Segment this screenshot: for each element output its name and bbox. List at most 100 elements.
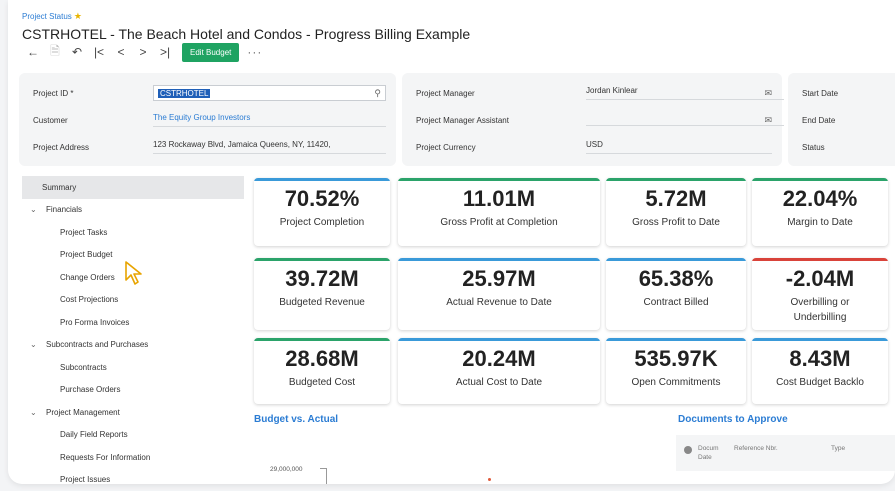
kpi-label: Project Completion — [279, 217, 365, 228]
sidebar-item-label: Summary — [42, 182, 77, 192]
sidebar-item-label: Purchase Orders — [60, 385, 121, 395]
kpi-status-bar — [398, 258, 600, 261]
breadcrumb[interactable]: Project Status — [22, 12, 72, 21]
kpi-value: 25.97M — [462, 266, 536, 291]
documents-to-approve-title: Documents to Approve — [678, 414, 788, 425]
sidebar-item[interactable]: Subcontracts — [22, 356, 244, 379]
customer-link[interactable]: The Equity Group Investors — [153, 113, 386, 127]
next-record-icon[interactable]: > — [132, 45, 154, 59]
edit-budget-button[interactable]: Edit Budget — [182, 42, 240, 62]
budget-vs-actual-title: Budget vs. Actual — [254, 414, 339, 425]
sidebar-item-label: Project Tasks — [60, 227, 108, 237]
project-id-field[interactable]: CSTRHOTEL ⚲ — [153, 85, 386, 101]
project-address-label: Project Address — [33, 142, 90, 152]
kpi-card[interactable]: 65.38% Contract Billed — [606, 258, 746, 330]
envelope-icon[interactable]: ✉ — [764, 88, 772, 99]
column-header-reference[interactable]: Reference Nbr. — [734, 445, 778, 452]
kpi-label: Contract Billed — [643, 297, 709, 308]
sidebar-item-label: Requests For Information — [60, 452, 151, 462]
kpi-status-bar — [752, 178, 888, 181]
kpi-card[interactable]: 39.72M Budgeted Revenue — [254, 258, 390, 330]
kpi-label: Actual Cost to Date — [455, 377, 543, 388]
column-header-date[interactable]: Date — [698, 454, 712, 461]
kpi-label: Open Commitments — [631, 377, 721, 388]
column-header-document[interactable]: Docum — [698, 445, 719, 452]
kpi-card[interactable]: 5.72M Gross Profit to Date — [606, 178, 746, 246]
kpi-value: 70.52% — [284, 186, 360, 211]
save-icon[interactable]: 🗎 — [44, 42, 66, 63]
kpi-card[interactable]: -2.04M Overbilling or Underbilling — [752, 258, 888, 330]
sidebar-item[interactable]: Pro Forma Invoices — [22, 311, 244, 334]
sidebar-item[interactable]: Summary — [22, 176, 244, 199]
kpi-card[interactable]: 20.24M Actual Cost to Date — [398, 338, 600, 404]
sidebar-item[interactable]: ⌄ Financials — [22, 199, 244, 222]
last-record-icon[interactable]: >| — [154, 45, 176, 59]
sidebar-item[interactable]: Project Issues — [22, 469, 244, 484]
project-currency-value[interactable]: USD — [586, 140, 772, 154]
project-manager-panel: Project Manager Jordan Kinlear ✉ Project… — [402, 73, 785, 166]
sidebar-item[interactable]: ⌄ Subcontracts and Purchases — [22, 334, 244, 357]
kpi-label: Budgeted Cost — [288, 377, 356, 388]
sidebar-item[interactable]: Purchase Orders — [22, 379, 244, 402]
kpi-status-bar — [254, 338, 390, 341]
sidebar-item[interactable]: ⌄ Project Management — [22, 401, 244, 424]
kpi-card[interactable]: 25.97M Actual Revenue to Date — [398, 258, 600, 330]
kpi-value: -2.04M — [785, 266, 855, 291]
kpi-card[interactable]: 535.97K Open Commitments — [606, 338, 746, 404]
kpi-status-bar — [606, 178, 746, 181]
search-icon[interactable]: ⚲ — [374, 88, 381, 99]
sidebar-item[interactable]: Requests For Information — [22, 446, 244, 469]
project-manager-assistant-value[interactable] — [586, 114, 785, 126]
kpi-card[interactable]: 28.68M Budgeted Cost — [254, 338, 390, 404]
sidebar-item-label: Project Issues — [60, 475, 111, 484]
chevron-down-icon[interactable]: ⌄ — [30, 340, 46, 349]
mouse-pointer-icon — [125, 261, 142, 285]
sidebar-item-label: Change Orders — [60, 272, 115, 282]
toolbar: ← 🗎 ↶ |< < > >| Edit Budget ··· — [22, 42, 262, 62]
kpi-value: 5.72M — [645, 186, 707, 211]
sidebar-nav: Summary ⌄ Financials Project Tasks Project B… — [22, 176, 244, 484]
kpi-value: 22.04% — [782, 186, 858, 211]
chevron-down-icon[interactable]: ⌄ — [30, 408, 46, 417]
project-manager-value[interactable]: Jordan Kinlear — [586, 86, 785, 100]
kpi-label: Cost Budget Backlo — [776, 377, 864, 388]
kpi-status-bar — [752, 338, 888, 341]
sidebar-item[interactable]: Cost Projections — [22, 289, 244, 312]
back-arrow-icon[interactable]: ← — [22, 45, 44, 59]
chart-data-point — [488, 478, 491, 481]
project-info-panel: Project ID * CSTRHOTEL ⚲ Customer The Equ… — [19, 73, 396, 166]
app-window: Project Status ★ CSTRHOTEL - The Beach Ho… — [8, 0, 895, 484]
kpi-card[interactable]: 22.04% Margin to Date — [752, 178, 888, 246]
sidebar-item-label: Project Management — [46, 407, 120, 417]
sidebar-item[interactable]: Daily Field Reports — [22, 424, 244, 447]
y-axis-line — [326, 468, 327, 484]
column-header-type[interactable]: Type — [831, 445, 845, 452]
kpi-value: 11.01M — [462, 186, 536, 211]
kpi-value: 39.72M — [285, 266, 359, 291]
sidebar-item[interactable]: Project Tasks — [22, 221, 244, 244]
settings-icon[interactable] — [684, 446, 692, 454]
kpi-value: 8.43M — [789, 346, 851, 371]
kpi-card[interactable]: 11.01M Gross Profit at Completion — [398, 178, 600, 246]
project-address-value[interactable]: 123 Rockaway Blvd, Jamaica Queens, NY, 1… — [153, 140, 386, 154]
chevron-down-icon[interactable]: ⌄ — [30, 205, 46, 214]
budget-vs-actual-chart: 29,000,000 — [254, 440, 664, 484]
more-options-icon[interactable]: ··· — [247, 45, 262, 59]
kpi-status-bar — [752, 258, 888, 261]
sidebar-item-label: Cost Projections — [60, 295, 119, 305]
favorite-star-icon[interactable]: ★ — [74, 11, 82, 21]
sidebar-item-label: Financials — [46, 205, 83, 215]
sidebar-item-label: Subcontracts — [60, 362, 107, 372]
first-record-icon[interactable]: |< — [88, 45, 110, 59]
sidebar-item-label: Pro Forma Invoices — [60, 317, 130, 327]
envelope-icon[interactable]: ✉ — [764, 115, 772, 126]
kpi-label: Actual Revenue to Date — [446, 297, 552, 308]
kpi-status-bar — [254, 258, 390, 261]
kpi-value: 20.24M — [462, 346, 536, 371]
kpi-label: Gross Profit at Completion — [440, 217, 558, 228]
kpi-card[interactable]: 8.43M Cost Budget Backlo — [752, 338, 888, 404]
undo-icon[interactable]: ↶ — [66, 45, 88, 59]
previous-record-icon[interactable]: < — [110, 45, 132, 59]
kpi-status-bar — [398, 338, 600, 341]
kpi-card[interactable]: 70.52% Project Completion — [254, 178, 390, 246]
